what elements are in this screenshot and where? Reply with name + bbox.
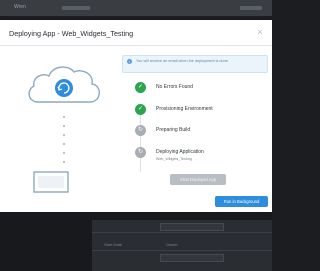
step-label: Deploying Application (156, 149, 204, 155)
header-placeholder (62, 6, 90, 10)
background-divider (92, 232, 272, 233)
info-icon: i (127, 59, 132, 64)
step-provisioning: ✓ Provisioning Environment (135, 104, 265, 116)
step-deploying: ↻ Deploying Application Web_Widgets_Test… (135, 147, 265, 161)
check-icon: ✓ (135, 82, 146, 93)
app-title: Wren (14, 4, 26, 10)
connector-dot (63, 161, 65, 163)
spinner-icon: ↻ (135, 125, 146, 136)
connector-dot (63, 134, 65, 136)
background-cell: Owner (166, 242, 178, 247)
step-no-errors: ✓ No Errors Found (135, 82, 265, 94)
modal-title: Deploying App - Web_Widgets_Testing (9, 29, 134, 38)
step-label: No Errors Found (156, 84, 193, 90)
connector-dot (63, 143, 65, 145)
background-divider (92, 250, 272, 251)
steps-connector (140, 108, 141, 172)
connector-dot (63, 152, 65, 154)
step-sublabel: Web_Widgets_Testing (156, 157, 192, 161)
connector-dot (63, 125, 65, 127)
screen: Wren Deploying App - Web_Widgets_Testing… (0, 0, 272, 271)
connector-dot (63, 116, 65, 118)
info-banner: i You will receive an email when the dep… (122, 55, 268, 73)
check-icon: ✓ (135, 104, 146, 115)
step-label: Preparing Build (156, 127, 191, 133)
info-text: You will receive an email when the deplo… (136, 59, 229, 63)
step-preparing-build: ↻ Preparing Build (135, 125, 265, 137)
deploy-illustration (14, 50, 114, 200)
run-in-background-button[interactable]: Run in Background (215, 196, 268, 207)
app-header: Wren (0, 0, 272, 16)
cloud-icon (28, 66, 100, 103)
background-field (160, 223, 224, 231)
view-deployed-app-button[interactable]: View Deployed App (170, 174, 226, 185)
header-placeholder (240, 6, 262, 10)
background-field (160, 254, 224, 262)
spinner-icon: ↻ (135, 147, 146, 158)
deploy-modal: Deploying App - Web_Widgets_Testing × i (0, 20, 272, 212)
modal-header: Deploying App - Web_Widgets_Testing × (0, 20, 272, 46)
step-label: Provisioning Environment (156, 106, 213, 112)
close-icon[interactable]: × (255, 27, 265, 37)
monitor-icon (33, 171, 69, 193)
background-cell: Start Date (104, 242, 123, 247)
